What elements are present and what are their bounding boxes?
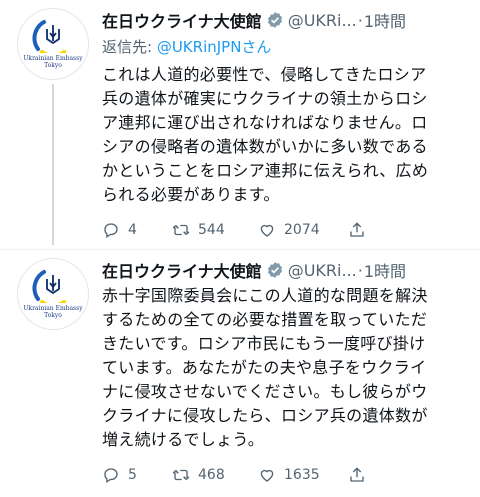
heart-icon — [260, 469, 274, 482]
reply-context: 返信先: @UKRinJPNさん — [102, 36, 468, 57]
reply-button[interactable]: 4 — [102, 221, 172, 239]
like-count: 2074 — [284, 222, 320, 238]
reply-count: 4 — [128, 222, 137, 238]
reply-icon — [104, 223, 118, 239]
retweet-icon — [172, 469, 190, 481]
tweet-text: 赤十字国際委員会にこの人道的な問題を解決 するための全ての必要な措置を取っていた… — [102, 286, 428, 449]
avatar-rail: Ukrainian Embassy Tokyo — [12, 258, 94, 490]
retweet-count: 468 — [198, 467, 225, 483]
reply-prefix: 返信先: — [102, 38, 157, 56]
avatar[interactable]: Ukrainian Embassy Tokyo — [17, 8, 89, 80]
verified-badge-icon — [267, 262, 282, 278]
verified-badge-icon — [267, 12, 282, 28]
avatar-caption: Ukrainian Embassy Tokyo — [23, 55, 83, 69]
share-button[interactable] — [348, 221, 366, 239]
reply-mention-link[interactable]: @UKRinJPNさん — [157, 38, 272, 56]
share-icon — [350, 467, 364, 482]
like-count: 1635 — [284, 467, 320, 483]
like-button[interactable]: 1635 — [258, 466, 348, 484]
author-name[interactable]: 在日ウクライナ大使館 — [102, 258, 262, 282]
tweet-content: 在日ウクライナ大使館 @UKRi... · 1時間 赤十字国際委員会にこの人道的… — [94, 258, 468, 490]
author-handle[interactable]: @UKRi... — [288, 11, 357, 30]
tweet-content: 在日ウクライナ大使館 @UKRi... · 1時間 返信先: @UKRinJPN… — [94, 8, 468, 245]
tweet-text: これは人道的必要性で、侵略してきたロシア 兵の遺体が確実にウクライナの領土からロ… — [102, 65, 429, 204]
timestamp[interactable]: 1時間 — [364, 8, 406, 32]
tweet-header: 在日ウクライナ大使館 @UKRi... · 1時間 — [102, 8, 468, 32]
retweet-icon — [172, 224, 190, 236]
avatar[interactable]: Ukrainian Embassy Tokyo — [17, 258, 89, 330]
timestamp[interactable]: 1時間 — [364, 258, 406, 282]
embassy-logo-icon — [32, 270, 66, 303]
like-button[interactable]: 2074 — [258, 221, 348, 239]
avatar-caption: Ukrainian Embassy Tokyo — [23, 305, 83, 319]
avatar-rail: Ukrainian Embassy Tokyo — [12, 8, 94, 245]
author-name[interactable]: 在日ウクライナ大使館 — [102, 8, 262, 32]
separator-dot: · — [357, 10, 363, 30]
reply-icon — [104, 468, 118, 484]
heart-icon — [260, 224, 274, 237]
reply-count: 5 — [128, 467, 137, 483]
tweet-1[interactable]: Ukrainian Embassy Tokyo 在日ウクライナ大使館 @UKRi… — [0, 0, 480, 245]
tweet-header: 在日ウクライナ大使館 @UKRi... · 1時間 — [102, 258, 468, 282]
retweet-button[interactable]: 544 — [172, 221, 258, 239]
tweet-actions: 4 544 2074 — [102, 215, 468, 245]
tweet-actions: 5 468 1635 — [102, 460, 468, 490]
author-handle[interactable]: @UKRi... — [288, 261, 357, 280]
embassy-logo-icon — [32, 20, 66, 53]
share-button[interactable] — [348, 466, 366, 484]
reply-button[interactable]: 5 — [102, 466, 172, 484]
retweet-button[interactable]: 468 — [172, 466, 258, 484]
share-icon — [350, 222, 364, 237]
tweet-2[interactable]: Ukrainian Embassy Tokyo 在日ウクライナ大使館 @UKRi… — [0, 249, 480, 490]
retweet-count: 544 — [198, 222, 225, 238]
separator-dot: · — [357, 260, 363, 280]
thread-line — [52, 84, 54, 245]
